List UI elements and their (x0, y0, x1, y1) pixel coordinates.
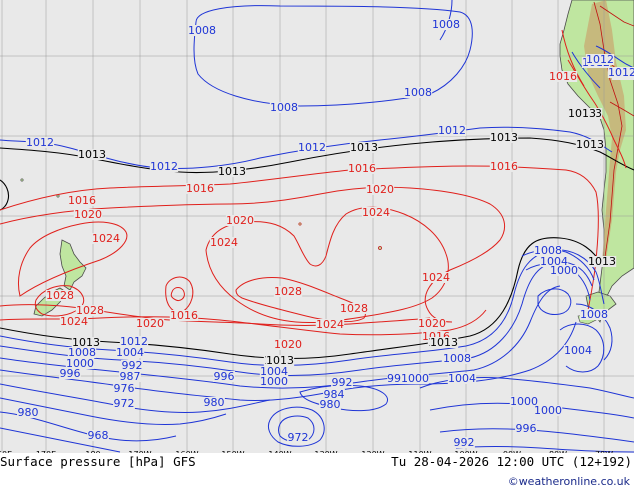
isobar-label: 1013 (218, 165, 246, 178)
isobar-label: 1000 (550, 264, 578, 277)
land-easter-island (378, 246, 382, 250)
isobar-label: 972 (114, 397, 135, 410)
isobar-label: 968 (88, 429, 109, 442)
isobar-label: 1013 (568, 107, 596, 120)
isobar-label: 1020 (226, 214, 254, 227)
isobar-label: 972 (288, 431, 309, 444)
isobar-label: 1013 (588, 255, 616, 268)
isobar-label: 1012 (438, 124, 466, 137)
isobar-label: 1016 (170, 309, 198, 322)
isobar-label: 1024 (362, 206, 390, 219)
isobar-label: 1004 (116, 346, 144, 359)
isobar-label: 1012 (26, 136, 54, 149)
land-pacific-islet (298, 222, 302, 226)
isobar-label: 1013 (430, 336, 458, 349)
isobar-label: 1013 (266, 354, 294, 367)
isobar-label: 1008 (432, 18, 460, 31)
isobar-label: 1013 (490, 131, 518, 144)
isobar-label: 1016 (348, 162, 376, 175)
isobar-label: 1008 (580, 308, 608, 321)
isobar-label: 1028 (274, 285, 302, 298)
isobar-label: 1020 (136, 317, 164, 330)
isobar-label: 980 (320, 398, 341, 411)
isobar-label: 1008 (404, 86, 432, 99)
isobar-label: 1024 (92, 232, 120, 245)
isobar-label: 1012 (586, 53, 614, 66)
isobar-label: 996 (60, 367, 81, 380)
isobar-label: 1016 (490, 160, 518, 173)
isobar-label: 1028 (340, 302, 368, 315)
isobar-label: 1020 (366, 183, 394, 196)
map-viewer: 160E170E180170W160W150W140W130W120W110W1… (0, 0, 634, 490)
isobar-label: 1020 (74, 208, 102, 221)
isobar-label: 1020 (418, 317, 446, 330)
isobar-label: 1000 (260, 375, 288, 388)
isobar-label: 976 (114, 382, 135, 395)
isobar-label: 991000 (387, 372, 429, 385)
isobar-label: 1013 (576, 138, 604, 151)
ocean-background (0, 0, 634, 458)
isobar-label: 1024 (60, 315, 88, 328)
isobar-label: 1004 (564, 344, 592, 357)
isobar-label: 1008 (188, 24, 216, 37)
isobar-label: 1028 (46, 289, 74, 302)
map-footer: Surface pressure [hPa] GFS Tu 28-04-2026… (0, 453, 634, 490)
isobar-label: 1013 (78, 148, 106, 161)
isobar-label: 980 (204, 396, 225, 409)
map-title: Surface pressure [hPa] GFS (0, 454, 196, 469)
isobar-label: 1008 (270, 101, 298, 114)
pressure-map: 160E170E180170W160W150W140W130W120W110W1… (0, 0, 634, 458)
land-pacific-islet (20, 178, 24, 182)
isobar-label: 1012 (298, 141, 326, 154)
isobar-label: 1000 (534, 404, 562, 417)
isobar-label: 1024 (422, 271, 450, 284)
isobar-label: 992 (454, 436, 475, 449)
isobar-label: 1013 (350, 141, 378, 154)
isobar-label: 1016 (68, 194, 96, 207)
isobar-label: 1012 (150, 160, 178, 173)
isobar-label: 980 (18, 406, 39, 419)
isobar-label: 1024 (210, 236, 238, 249)
isobar-label: 996 (214, 370, 235, 383)
isobar-label: 1016 (549, 70, 577, 83)
isobar-label: 1004 (448, 372, 476, 385)
isobar-label: 1008 (443, 352, 471, 365)
credit-link[interactable]: ©weatheronline.co.uk (508, 475, 630, 488)
isobar-label: 1016 (186, 182, 214, 195)
isobar-label: 1020 (274, 338, 302, 351)
valid-time: Tu 28-04-2026 12:00 UTC (12+192) (391, 454, 632, 469)
isobar-label: 996 (516, 422, 537, 435)
isobar-label: 1024 (316, 318, 344, 331)
isobar-label: 1012 (608, 66, 634, 79)
